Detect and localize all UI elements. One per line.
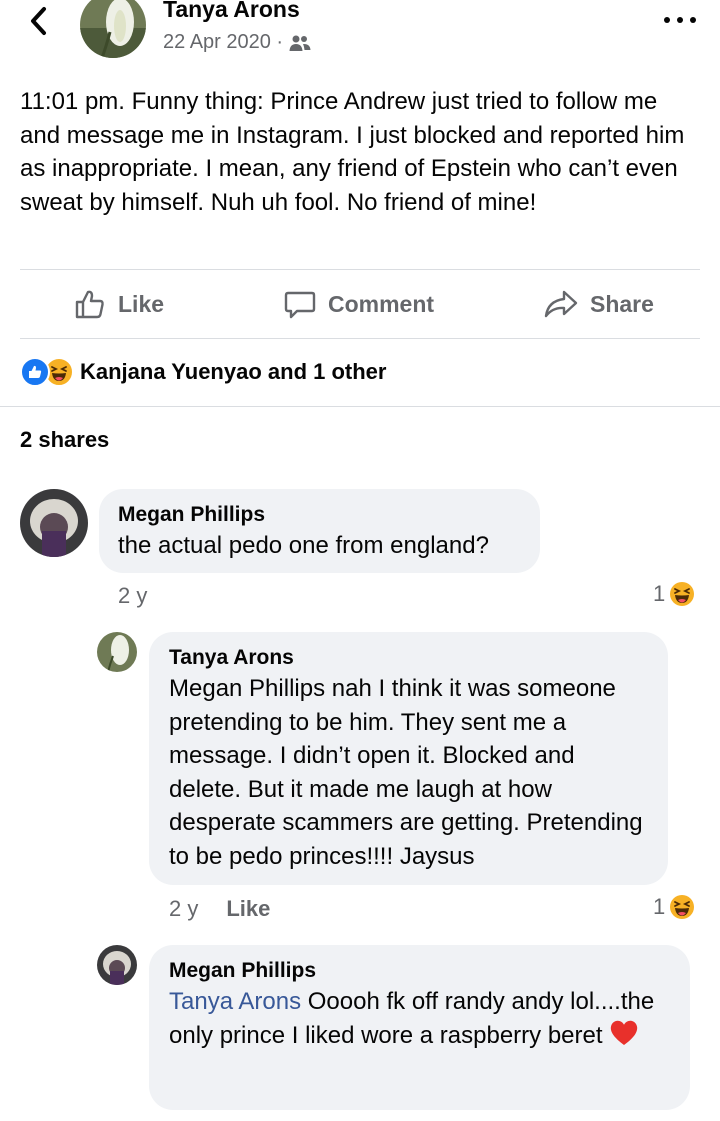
comment-author[interactable]: Megan Phillips — [118, 503, 521, 527]
thumbs-up-icon — [75, 290, 104, 319]
comment-label: Comment — [328, 290, 435, 317]
commenter-avatar[interactable] — [97, 945, 137, 985]
author-name[interactable]: Tanya Arons — [163, 0, 300, 23]
comment-author[interactable]: Megan Phillips — [169, 959, 670, 983]
haha-reaction-icon — [670, 895, 695, 919]
comment-time[interactable]: 2 y — [169, 896, 198, 922]
divider — [20, 338, 700, 339]
haha-reaction-icon — [670, 582, 695, 606]
reactions-summary[interactable]: Kanjana Yuenyao and 1 other — [20, 356, 386, 388]
post-meta: 22 Apr 2020 · — [163, 31, 311, 54]
chevron-left-icon — [31, 7, 46, 35]
post-header: Tanya Arons 22 Apr 2020 · — [0, 0, 720, 70]
comment-icon — [284, 291, 316, 319]
reactions-names: Kanjana Yuenyao and 1 other — [80, 359, 387, 384]
comment-meta: 2 y — [118, 583, 147, 609]
comment-meta: 2 y Like — [169, 896, 270, 922]
comment-author[interactable]: Tanya Arons — [169, 646, 648, 670]
commenter-avatar[interactable] — [20, 489, 88, 557]
comment-bubble: Megan Phillips the actual pedo one from … — [99, 489, 540, 573]
comment-reaction[interactable]: 1 — [653, 581, 695, 607]
share-icon — [544, 290, 578, 318]
comment-bubble: Tanya Arons Megan Phillips nah I think i… — [149, 632, 668, 885]
post-date[interactable]: 22 Apr 2020 · — [163, 31, 283, 54]
comment-button[interactable]: Comment — [284, 271, 434, 337]
like-label: Like — [118, 290, 165, 317]
post-actions: Like Comment Share — [20, 271, 700, 337]
back-button[interactable] — [22, 4, 56, 38]
comment-reaction-count: 1 — [653, 894, 666, 919]
divider — [20, 269, 700, 270]
more-horizontal-icon — [664, 17, 670, 23]
like-button[interactable]: Like — [74, 271, 164, 337]
comment-bubble: Megan Phillips Tanya Arons Ooooh fk off … — [149, 945, 690, 1110]
comment-text: Tanya Arons Ooooh fk off randy andy lol.… — [169, 985, 670, 1052]
post-text: 11:01 pm. Funny thing: Prince Andrew jus… — [20, 88, 685, 216]
comment-reaction[interactable]: 1 — [653, 894, 695, 920]
comment-text: Megan Phillips nah I think it was someon… — [169, 675, 643, 870]
share-label: Share — [590, 290, 654, 317]
like-reaction-icon — [20, 357, 50, 387]
more-options-button[interactable] — [664, 10, 696, 30]
comment-reaction-count: 1 — [653, 581, 666, 606]
commenter-avatar[interactable] — [97, 632, 137, 672]
comment-mention[interactable]: Tanya Arons — [169, 988, 301, 1015]
author-avatar[interactable] — [80, 0, 146, 58]
share-button[interactable]: Share — [544, 271, 654, 337]
friends-icon — [289, 35, 311, 51]
red-heart-icon — [611, 1020, 638, 1045]
comment-like-button[interactable]: Like — [226, 896, 270, 922]
comment-time[interactable]: 2 y — [118, 583, 147, 609]
divider — [0, 406, 720, 407]
comment-text: the actual pedo one from england? — [118, 532, 489, 559]
shares-count[interactable]: 2 shares — [20, 427, 109, 453]
